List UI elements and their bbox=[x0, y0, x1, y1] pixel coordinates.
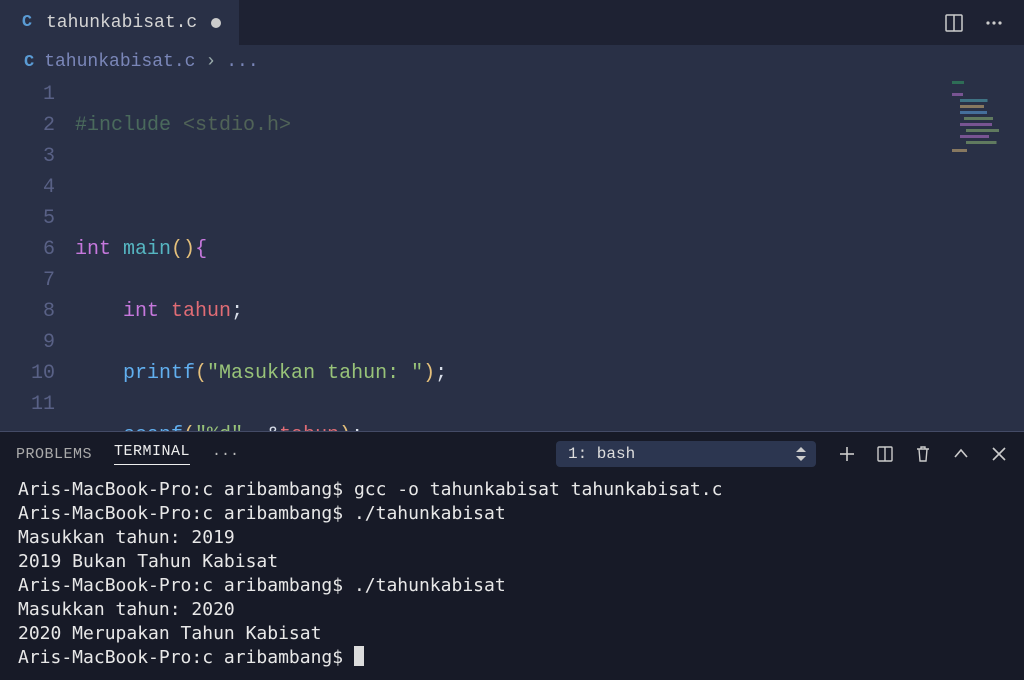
terminal-line: 2019 Bukan Tahun Kabisat bbox=[18, 551, 278, 572]
terminal-line: Aris-MacBook-Pro:c aribambang$ ./tahunka… bbox=[18, 575, 506, 596]
trash-icon[interactable] bbox=[914, 445, 932, 463]
minimap[interactable] bbox=[948, 79, 1018, 199]
tab-filename: tahunkabisat.c bbox=[46, 13, 197, 33]
editor-tabbar: C tahunkabisat.c bbox=[0, 0, 1024, 45]
breadcrumb[interactable]: C tahunkabisat.c › ... bbox=[0, 45, 1024, 79]
panel-overflow-icon[interactable]: ··· bbox=[212, 446, 239, 463]
c-lang-icon: C bbox=[24, 53, 34, 72]
terminal-output[interactable]: Aris-MacBook-Pro:c aribambang$ gcc -o ta… bbox=[0, 476, 1024, 680]
split-editor-icon[interactable] bbox=[944, 13, 964, 33]
breadcrumb-filename: tahunkabisat.c bbox=[44, 52, 195, 72]
code-content[interactable]: #include <stdio.h> int main(){ int tahun… bbox=[75, 79, 1024, 431]
bottom-panel: PROBLEMS TERMINAL ··· 1: bash Aris-MacBo… bbox=[0, 431, 1024, 680]
tab-problems[interactable]: PROBLEMS bbox=[16, 446, 92, 463]
code-editor[interactable]: 1 2 3 4 5 6 7 8 9 10 11 #include <stdio.… bbox=[0, 79, 1024, 431]
terminal-line: Aris-MacBook-Pro:c aribambang$ ./tahunka… bbox=[18, 503, 506, 524]
terminal-select[interactable]: 1: bash bbox=[556, 441, 816, 467]
chevron-up-icon[interactable] bbox=[952, 445, 970, 463]
terminal-line: Aris-MacBook-Pro:c aribambang$ gcc -o ta… bbox=[18, 479, 722, 500]
breadcrumb-rest: ... bbox=[226, 52, 258, 72]
tabbar-actions bbox=[944, 0, 1024, 45]
line-number-gutter: 1 2 3 4 5 6 7 8 9 10 11 bbox=[0, 79, 75, 431]
terminal-line: Masukkan tahun: 2020 bbox=[18, 599, 235, 620]
terminal-line: Masukkan tahun: 2019 bbox=[18, 527, 235, 548]
close-icon[interactable] bbox=[990, 445, 1008, 463]
terminal-line: 2020 Merupakan Tahun Kabisat bbox=[18, 623, 321, 644]
editor-tab[interactable]: C tahunkabisat.c bbox=[0, 0, 239, 45]
more-actions-icon[interactable] bbox=[984, 13, 1004, 33]
split-terminal-icon[interactable] bbox=[876, 445, 894, 463]
c-lang-icon: C bbox=[18, 14, 36, 32]
dirty-indicator-icon bbox=[211, 18, 221, 28]
tab-terminal[interactable]: TERMINAL bbox=[114, 443, 190, 465]
chevron-right-icon: › bbox=[205, 52, 216, 72]
terminal-cursor bbox=[354, 646, 364, 666]
panel-tabs: PROBLEMS TERMINAL ··· 1: bash bbox=[0, 432, 1024, 476]
terminal-line: Aris-MacBook-Pro:c aribambang$ bbox=[18, 647, 354, 668]
new-terminal-icon[interactable] bbox=[838, 445, 856, 463]
